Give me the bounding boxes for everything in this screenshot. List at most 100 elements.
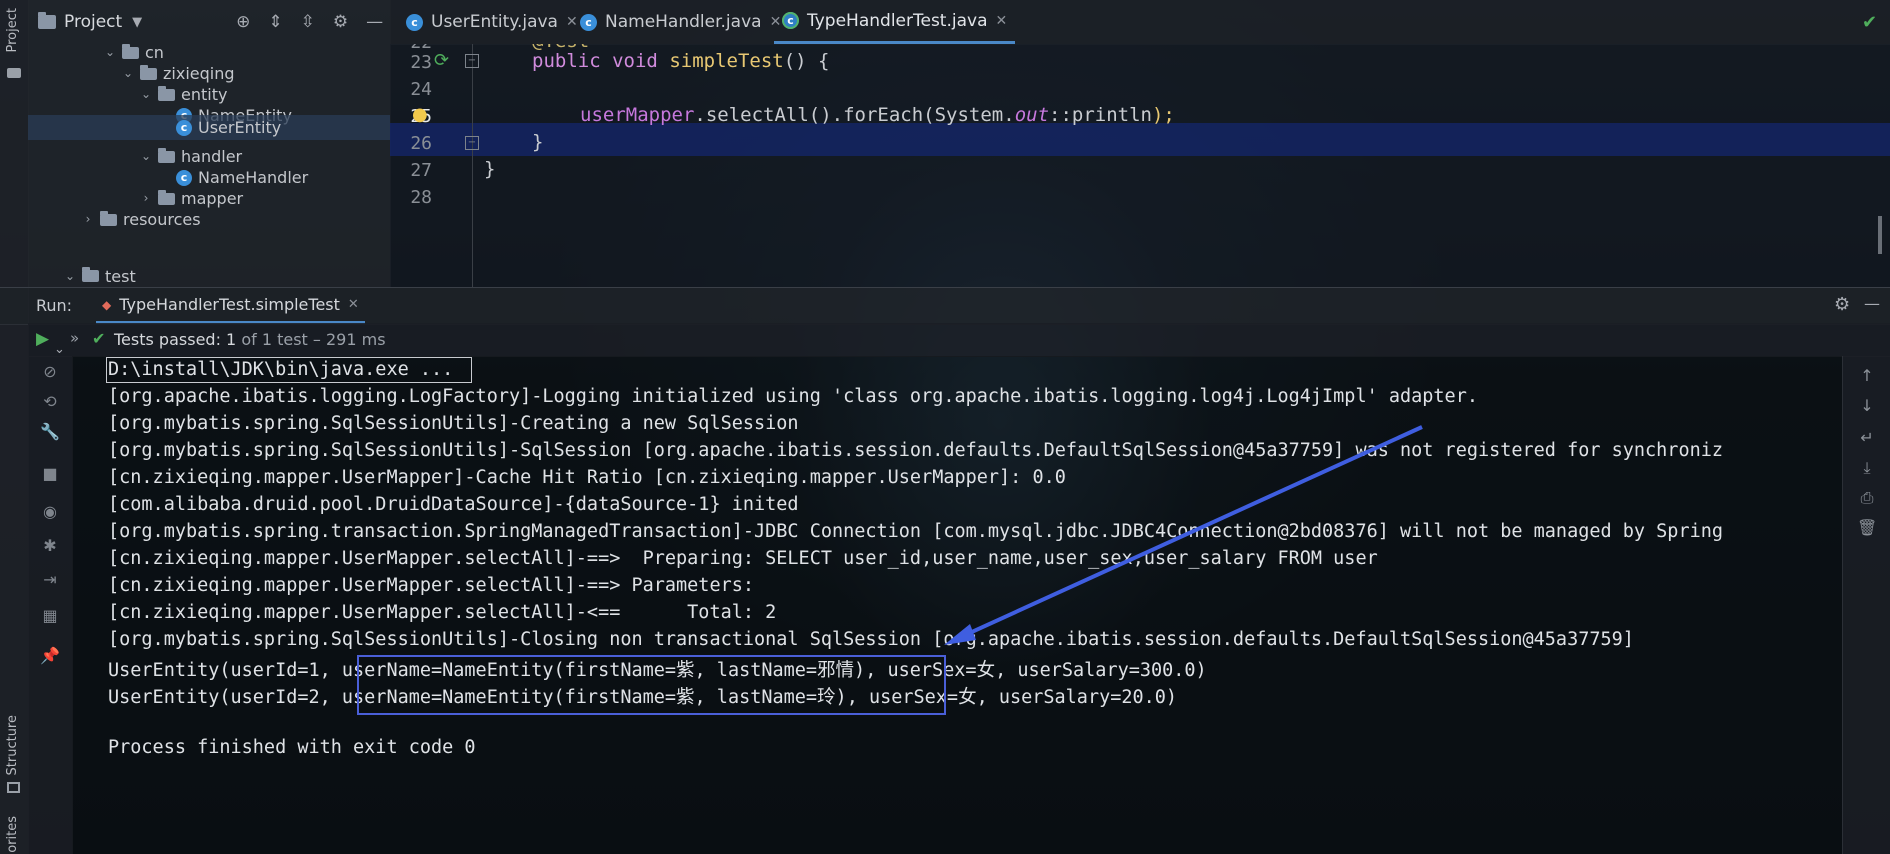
rerun-icon[interactable]: ▶ (36, 329, 49, 349)
layout-icon[interactable]: ▦ (40, 606, 60, 626)
chevron-down-icon[interactable]: ⌄ (140, 144, 152, 169)
status-count: 1 (226, 330, 237, 349)
chevron-down-icon[interactable]: ⌄ (140, 82, 152, 107)
current-line-highlight (390, 123, 1890, 156)
fold-icon[interactable]: − (465, 136, 479, 150)
folder-icon (158, 85, 175, 101)
line-number: 24 (410, 79, 432, 100)
project-header: Project ▼ ⊕ ⇕ ⇳ ⚙ — (28, 0, 390, 44)
structure-icon (7, 782, 20, 793)
tab-run-config[interactable]: ◆ TypeHandlerTest.simpleTest ✕ (96, 288, 365, 324)
gutter-divider (472, 44, 473, 287)
close-icon[interactable]: ✕ (995, 13, 1007, 29)
check-icon: ✔ (92, 329, 106, 348)
collapse-all-icon[interactable]: ⇳ (301, 12, 315, 32)
line-number: 27 (410, 160, 432, 181)
folder-icon (140, 64, 157, 80)
project-tool-tab[interactable]: Project (5, 8, 20, 52)
status-detail: of 1 test – 291 ms (241, 330, 386, 349)
gear-icon[interactable]: ⚙ (1834, 294, 1850, 315)
scroll-to-end-icon[interactable]: ⤓ (1857, 458, 1877, 478)
run-test-icon[interactable]: ⟳ (434, 50, 454, 71)
tree-item-label: test (105, 266, 136, 286)
tree-item-userentity[interactable]: c UserEntity (28, 115, 390, 140)
code-line-25: userMapper.selectAll().forEach(System.ou… (580, 104, 1175, 126)
soft-wrap-icon[interactable]: ↵ (1857, 428, 1877, 448)
trash-icon[interactable]: 🗑 (1857, 518, 1877, 538)
tab-userentity[interactable]: c UserEntity.java ✕ (398, 0, 586, 44)
folder-icon (82, 267, 99, 282)
line-number: 23 (410, 52, 432, 73)
tab-label: UserEntity.java (431, 12, 558, 32)
stop-square-icon[interactable]: ■ (40, 464, 60, 484)
minimize-icon[interactable]: — (1864, 294, 1880, 313)
project-title[interactable]: Project (64, 12, 122, 32)
camera-icon[interactable]: ◉ (40, 502, 60, 522)
folder-icon (158, 147, 175, 163)
tree-item-test[interactable]: ⌄ test (64, 265, 136, 287)
locate-icon[interactable]: ⊕ (236, 12, 250, 32)
lightbulb-icon[interactable]: ● (412, 104, 428, 125)
structure-tool-tab[interactable]: Structure (5, 715, 20, 775)
exit-icon[interactable]: ⇥ (40, 570, 60, 590)
test-class-icon: c (782, 12, 799, 29)
expand-icon[interactable]: » (70, 329, 79, 347)
keyword-public: public (532, 50, 601, 72)
code-editor[interactable]: 22 23 24 25 26 27 28 ⟳ − − ● @Test publi… (390, 44, 1890, 287)
code-end: ); (1151, 104, 1175, 126)
field-usermapper: userMapper (580, 104, 695, 126)
static-field-out: out (1014, 104, 1050, 126)
chevron-down-icon[interactable]: ⌄ (104, 40, 116, 65)
folder-icon (122, 43, 139, 59)
tab-typehandlertest[interactable]: c TypeHandlerTest.java ✕ (774, 0, 1016, 44)
chevron-right-icon[interactable]: › (82, 207, 94, 232)
project-panel: Project ▼ ⊕ ⇕ ⇳ ⚙ — ⌄ cn ⌄ zixieqing ⌄ e… (28, 0, 391, 287)
up-arrow-icon[interactable]: ↑ (1857, 366, 1877, 386)
check-icon: ✔ (1862, 12, 1878, 33)
chevron-down-icon[interactable]: ⌄ (64, 265, 76, 287)
fold-icon[interactable]: − (465, 54, 479, 68)
tab-label: NameHandler.java (605, 12, 762, 32)
stop-icon[interactable]: ⊘ (40, 362, 60, 382)
chevron-down-icon[interactable]: ⌄ (122, 61, 134, 86)
class-icon: c (176, 169, 192, 186)
rerun-failed-icon[interactable]: ⟲ (40, 392, 60, 412)
tree-item-resources[interactable]: › resources (82, 207, 201, 232)
tests-status: Tests passed: 1 of 1 test – 291 ms (114, 330, 386, 349)
ide-window: Project Structure orites Project ▼ ⊕ ⇕ ⇳… (0, 0, 1890, 854)
tab-namehandler[interactable]: c NameHandler.java ✕ (572, 0, 789, 44)
line-number: 28 (410, 187, 432, 208)
console-right-toolbar: ↑ ↓ ↵ ⤓ ⎙ 🗑 (1842, 356, 1890, 854)
class-icon: c (176, 119, 192, 136)
editor-tab-bar: c UserEntity.java ✕ c NameHandler.java ✕… (390, 0, 1890, 45)
folder-icon (7, 68, 21, 78)
tab-label: TypeHandlerTest.java (807, 10, 988, 31)
editor-scrollbar[interactable] (1878, 216, 1882, 254)
run-panel-header: Run: ◆ TypeHandlerTest.simpleTest ✕ ⚙ — (0, 287, 1890, 325)
down-arrow-icon[interactable]: ↓ (1857, 396, 1877, 416)
chevron-down-icon[interactable]: ▼ (132, 15, 142, 30)
pin-icon[interactable]: 📌 (40, 646, 60, 666)
code-line-27: } (484, 158, 496, 180)
debug-icon[interactable]: ✱ (40, 536, 60, 556)
gear-icon[interactable]: ⚙ (333, 12, 348, 32)
run-label: Run: (36, 296, 73, 315)
annotation-arrow (944, 425, 1423, 645)
method-name: simpleTest (669, 50, 784, 72)
run-config-name: TypeHandlerTest.simpleTest (119, 295, 340, 314)
left-tool-strip: Project Structure orites (0, 0, 29, 854)
wrench-icon[interactable]: 🔧 (40, 422, 60, 442)
minimize-icon[interactable]: — (366, 12, 383, 32)
test-status-bar: ▶ » ✔ Tests passed: 1 of 1 test – 291 ms (28, 323, 1890, 357)
favorites-tool-tab[interactable]: orites (5, 816, 20, 853)
class-icon: c (406, 13, 423, 31)
code-line-23: public void simpleTest() { (532, 50, 829, 72)
folder-icon (158, 189, 175, 205)
code-line-26: } (532, 131, 544, 153)
code-punct: () { (783, 50, 830, 72)
console-output[interactable]: D:\install\JDK\bin\java.exe ... [org.apa… (72, 356, 1842, 854)
chevron-down-icon[interactable]: ⌄ (54, 342, 65, 357)
close-icon[interactable]: ✕ (348, 297, 359, 312)
print-icon[interactable]: ⎙ (1857, 488, 1877, 508)
expand-all-icon[interactable]: ⇕ (268, 12, 282, 32)
